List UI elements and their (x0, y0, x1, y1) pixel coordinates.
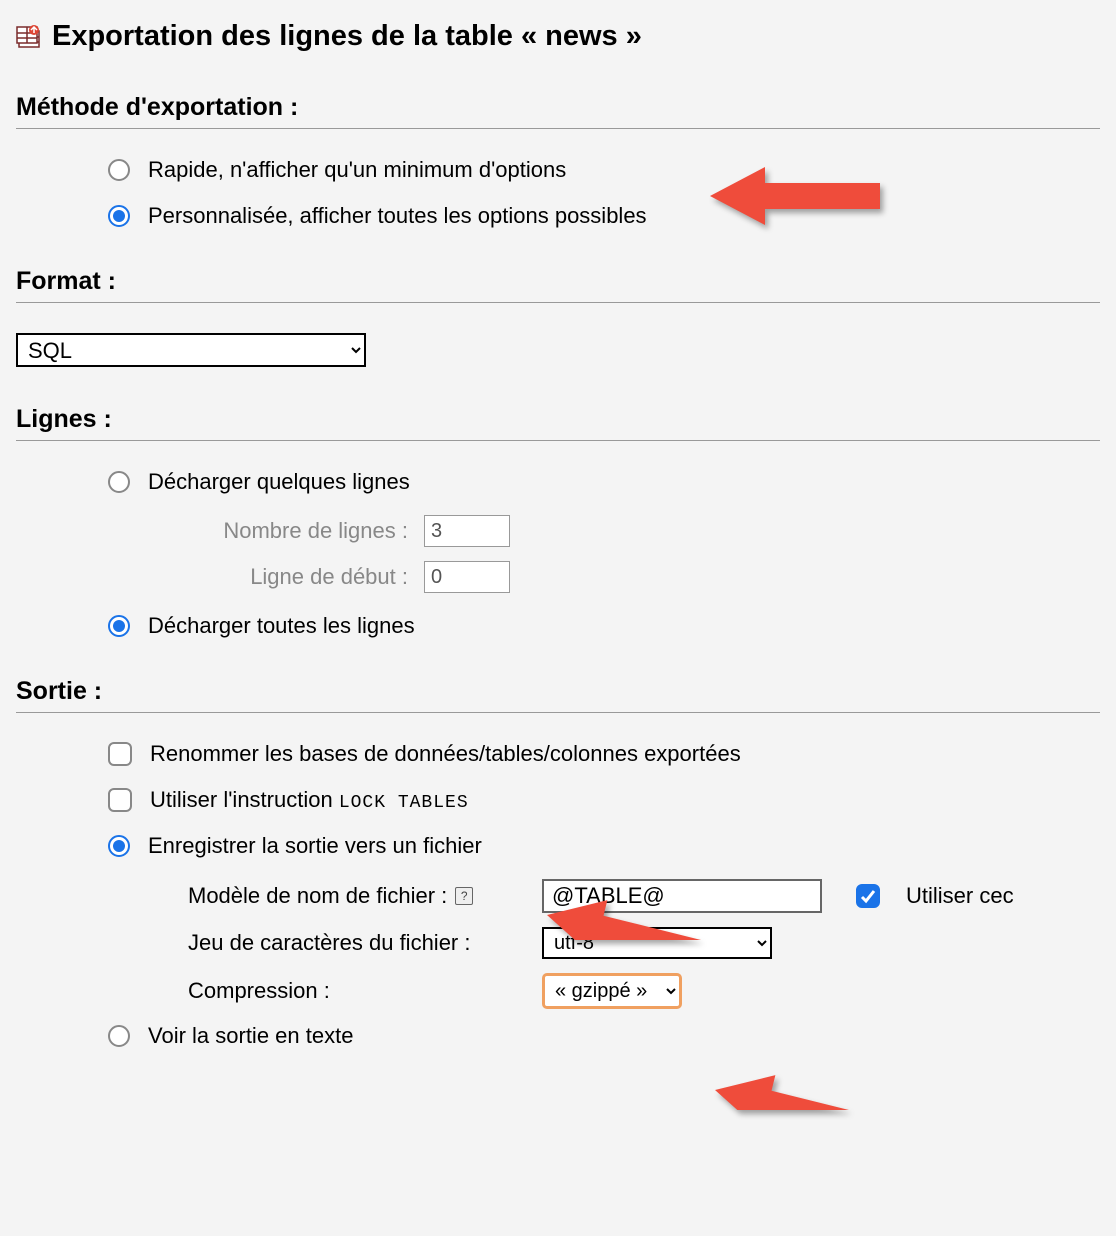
checkbox-checked-icon[interactable] (856, 884, 880, 908)
rows-some-label: Décharger quelques lignes (148, 469, 410, 495)
radio-selected-icon (108, 835, 130, 857)
radio-selected-icon (108, 615, 130, 637)
page-title-text: Exportation des lignes de la table « new… (52, 20, 642, 53)
checkbox-unchecked-icon (108, 788, 132, 812)
page-title: Exportation des lignes de la table « new… (16, 20, 1100, 53)
use-this-label: Utiliser cec (906, 883, 1014, 909)
radio-unselected-icon (108, 159, 130, 181)
rows-option-some[interactable]: Décharger quelques lignes (108, 469, 1100, 495)
section-method-heading: Méthode d'exportation : (16, 93, 1100, 129)
method-option-custom[interactable]: Personnalisée, afficher toutes les optio… (108, 203, 1100, 229)
export-table-icon (16, 24, 42, 50)
rows-count-input[interactable] (424, 515, 510, 547)
format-select[interactable]: SQL (16, 333, 366, 367)
rows-all-label: Décharger toutes les lignes (148, 613, 415, 639)
charset-select[interactable]: utf-8 (542, 927, 772, 959)
section-rows-heading: Lignes : (16, 405, 1100, 441)
output-rename-label: Renommer les bases de données/tables/col… (150, 741, 741, 767)
filename-template-label-text: Modèle de nom de fichier : (188, 883, 447, 909)
section-format-heading: Format : (16, 267, 1100, 303)
output-save-file[interactable]: Enregistrer la sortie vers un fichier (108, 833, 1100, 859)
filename-template-input[interactable] (542, 879, 822, 913)
filename-template-label: Modèle de nom de fichier : ? (188, 883, 528, 909)
output-lock-mono: LOCK TABLES (339, 793, 469, 813)
method-option-rapid[interactable]: Rapide, n'afficher qu'un minimum d'optio… (108, 157, 1100, 183)
section-output-heading: Sortie : (16, 677, 1100, 713)
rows-start-input[interactable] (424, 561, 510, 593)
output-view-text[interactable]: Voir la sortie en texte (108, 1023, 1100, 1049)
compression-label: Compression : (188, 978, 528, 1004)
radio-unselected-icon (108, 471, 130, 493)
checkbox-unchecked-icon (108, 742, 132, 766)
output-rename[interactable]: Renommer les bases de données/tables/col… (108, 741, 1100, 767)
rows-option-all[interactable]: Décharger toutes les lignes (108, 613, 1100, 639)
output-lock-prefix: Utiliser l'instruction (150, 787, 339, 812)
method-rapid-label: Rapide, n'afficher qu'un minimum d'optio… (148, 157, 566, 183)
method-custom-label: Personnalisée, afficher toutes les optio… (148, 203, 647, 229)
method-options: Rapide, n'afficher qu'un minimum d'optio… (16, 157, 1100, 229)
help-icon[interactable]: ? (455, 887, 473, 905)
output-options: Renommer les bases de données/tables/col… (16, 741, 1100, 1049)
rows-start-label: Ligne de début : (188, 564, 408, 590)
output-lock-tables[interactable]: Utiliser l'instruction LOCK TABLES (108, 787, 1100, 813)
output-savefile-label: Enregistrer la sortie vers un fichier (148, 833, 482, 859)
charset-label: Jeu de caractères du fichier : (188, 930, 528, 956)
rows-count-label: Nombre de lignes : (188, 518, 408, 544)
radio-selected-icon (108, 205, 130, 227)
output-viewtext-label: Voir la sortie en texte (148, 1023, 353, 1049)
compression-select[interactable]: « gzippé » (542, 973, 682, 1009)
output-lock-label: Utiliser l'instruction LOCK TABLES (150, 787, 469, 813)
radio-unselected-icon (108, 1025, 130, 1047)
rows-options: Décharger quelques lignes Nombre de lign… (16, 469, 1100, 639)
